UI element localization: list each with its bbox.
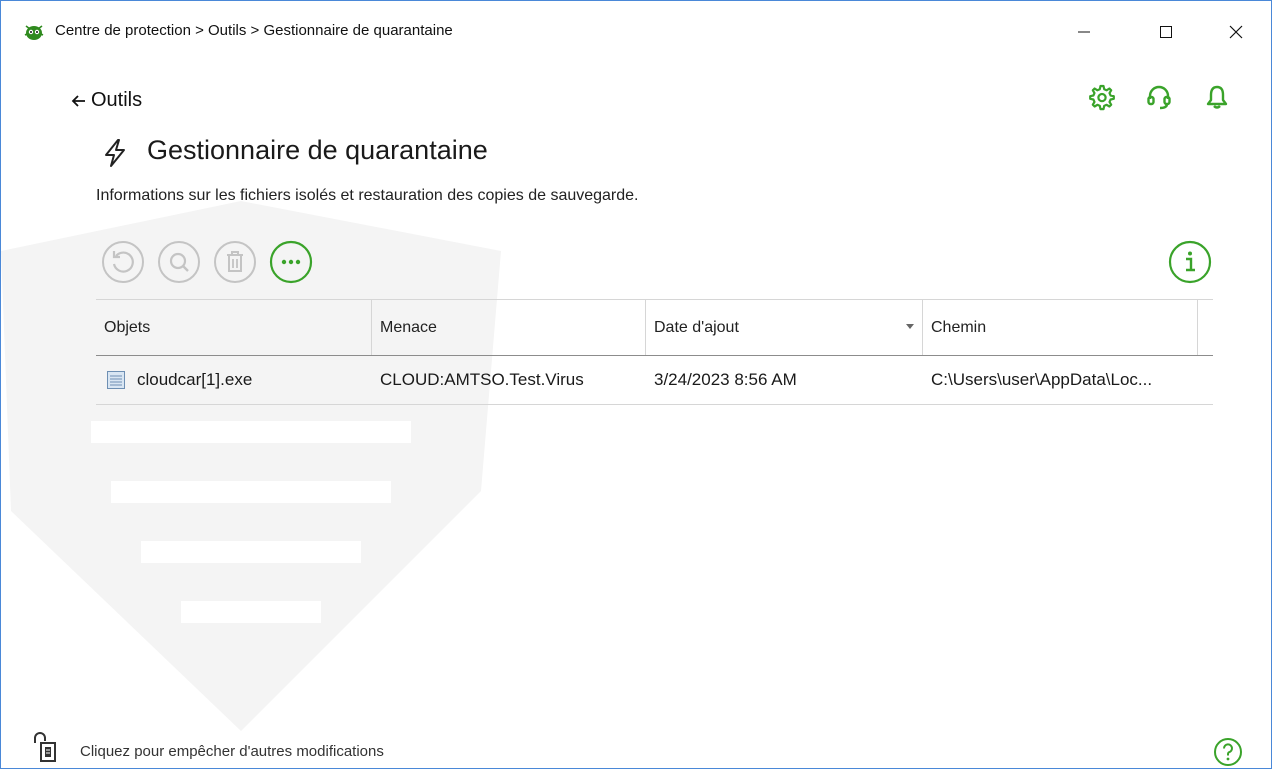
page-description: Informations sur les fichiers isolés et … xyxy=(96,187,639,204)
close-button[interactable] xyxy=(1220,15,1252,49)
headset-icon xyxy=(1147,85,1171,110)
cell-threat: CLOUD:AMTSO.Test.Virus xyxy=(380,370,584,389)
dr-web-spider-icon xyxy=(24,25,44,40)
column-label: Menace xyxy=(380,318,437,336)
table-header: Objets Menace Date d'ajout Chemin xyxy=(96,299,1213,356)
minimize-icon xyxy=(1078,31,1090,33)
window-title: Centre de protection > Outils > Gestionn… xyxy=(55,22,453,39)
column-label: Chemin xyxy=(931,318,987,336)
settings-button[interactable] xyxy=(1085,81,1117,113)
quarantine-table: Objets Menace Date d'ajout Chemin cloudc… xyxy=(96,299,1213,405)
support-button[interactable] xyxy=(1143,81,1175,113)
info-button[interactable] xyxy=(1168,240,1212,284)
title-bar: Centre de protection > Outils > Gestionn… xyxy=(1,1,1271,63)
info-icon xyxy=(1168,240,1212,284)
unlocked-padlock-icon[interactable] xyxy=(31,729,67,765)
maximize-button[interactable] xyxy=(1150,15,1182,49)
sort-desc-icon xyxy=(906,324,914,329)
column-label: Date d'ajout xyxy=(654,318,739,336)
restore-button[interactable] xyxy=(101,240,145,284)
table-row[interactable]: cloudcar[1].exe CLOUD:AMTSO.Test.Virus 3… xyxy=(96,356,1213,405)
minimize-button[interactable] xyxy=(1068,15,1100,49)
file-icon xyxy=(107,371,125,389)
back-link[interactable]: Outils xyxy=(71,89,142,112)
toolbar xyxy=(101,240,313,284)
maximize-icon xyxy=(1160,26,1172,38)
delete-button[interactable] xyxy=(213,240,257,284)
column-header-threat[interactable]: Menace xyxy=(372,300,646,355)
help-icon xyxy=(1214,738,1242,766)
restore-icon xyxy=(102,241,144,283)
cell-date: 3/24/2023 8:56 AM xyxy=(654,370,797,389)
notifications-button[interactable] xyxy=(1201,81,1233,113)
lock-settings-link[interactable]: Cliquez pour empêcher d'autres modificat… xyxy=(80,743,384,760)
object-name: cloudcar[1].exe xyxy=(137,370,253,389)
back-label: Outils xyxy=(91,89,143,111)
scan-button[interactable] xyxy=(157,240,201,284)
column-header-date[interactable]: Date d'ajout xyxy=(646,300,923,355)
column-header-objects[interactable]: Objets xyxy=(96,300,372,355)
column-header-path[interactable]: Chemin xyxy=(923,300,1198,355)
page-title: Gestionnaire de quarantaine xyxy=(147,135,488,165)
column-label: Objets xyxy=(104,318,151,336)
bell-icon xyxy=(1206,85,1228,109)
help-button[interactable] xyxy=(1213,737,1243,767)
lightning-icon xyxy=(105,139,125,167)
cell-path: C:\Users\user\AppData\Loc... xyxy=(931,370,1153,389)
arrow-left-icon xyxy=(71,94,85,107)
scan-icon xyxy=(158,241,200,283)
trash-icon xyxy=(214,241,256,283)
more-button[interactable] xyxy=(269,240,313,284)
header-actions xyxy=(1085,81,1233,113)
cell-object: cloudcar[1].exe xyxy=(96,356,372,404)
gear-icon xyxy=(1089,84,1115,111)
more-icon xyxy=(269,240,313,284)
app-window: Centre de protection > Outils > Gestionn… xyxy=(0,0,1272,769)
close-icon xyxy=(1229,25,1243,39)
